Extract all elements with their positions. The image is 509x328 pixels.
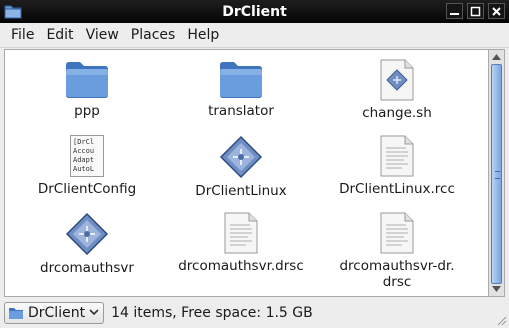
folder-icon (4, 3, 22, 19)
menu-file[interactable]: File (0, 23, 41, 47)
executable-icon (219, 135, 263, 179)
file-name: translator (208, 103, 274, 119)
folder-icon (66, 62, 108, 98)
minimize-icon (450, 12, 459, 15)
file-item-drclientlinux-rcc[interactable]: DrClientLinux.rcc (332, 135, 462, 197)
file-item-drclientconfig[interactable]: [DrCl Accou Adapt AutoL DrClientConfig (22, 135, 152, 197)
menu-help[interactable]: Help (182, 23, 226, 47)
chevron-up-icon (492, 54, 501, 60)
maximize-button[interactable] (467, 3, 484, 19)
status-bar: DrClient 14 items, Free space: 1.5 GB (0, 297, 509, 328)
file-preview-line: AutoL (73, 165, 95, 173)
scroll-thumb[interactable] (491, 64, 502, 284)
scroll-down-arrow[interactable] (489, 282, 504, 296)
file-view[interactable]: ppp translator change.sh [DrCl Accou Ada… (4, 49, 489, 297)
scroll-up-arrow[interactable] (489, 50, 504, 64)
location-dropdown[interactable]: DrClient (4, 301, 105, 324)
file-item-translator[interactable]: translator (176, 59, 306, 119)
text-file-icon: [DrCl Accou Adapt AutoL (70, 135, 104, 177)
close-button[interactable] (488, 3, 505, 19)
document-icon (380, 135, 414, 177)
document-icon (380, 212, 414, 254)
executable-icon (65, 212, 109, 256)
file-preview-line: [DrCl (73, 138, 95, 146)
menu-edit[interactable]: Edit (41, 23, 80, 47)
file-name: DrClientLinux.rcc (339, 181, 455, 197)
menu-bar: File Edit View Places Help (0, 23, 509, 48)
maximize-icon (470, 6, 481, 16)
chevron-down-icon (492, 286, 501, 292)
file-name: DrClientLinux (195, 183, 287, 199)
menu-places[interactable]: Places (126, 23, 183, 47)
file-name: drcomauthsvr.drsc (178, 258, 304, 274)
title-bar[interactable]: DrClient (0, 0, 509, 23)
grip-icon (495, 171, 500, 179)
file-item-drcomauthsvr[interactable]: drcomauthsvr (22, 212, 152, 276)
file-manager-window: DrClient File Edit View Places Help ppp … (0, 0, 509, 328)
chevron-down-icon (89, 309, 99, 316)
status-summary: 14 items, Free space: 1.5 GB (111, 304, 313, 321)
location-label: DrClient (28, 304, 86, 321)
file-item-drcomauthsvr-drsc[interactable]: drcomauthsvr.drsc (176, 212, 306, 274)
window-title: DrClient (222, 3, 287, 20)
script-file-icon (380, 59, 414, 101)
folder-icon (9, 307, 23, 319)
vertical-scrollbar[interactable] (489, 49, 505, 297)
menu-view[interactable]: View (81, 23, 126, 47)
resize-grip-icon[interactable] (495, 314, 507, 326)
file-name: DrClientConfig (37, 181, 137, 197)
folder-icon (220, 62, 262, 98)
file-item-drcomauthsvr-dr-drsc[interactable]: drcomauthsvr-dr. drsc (332, 212, 462, 290)
file-item-ppp[interactable]: ppp (22, 59, 152, 119)
file-name: drcomauthsvr (40, 260, 134, 276)
file-item-drclientlinux[interactable]: DrClientLinux (176, 135, 306, 199)
file-item-change-sh[interactable]: change.sh (332, 59, 462, 121)
file-name: drcomauthsvr-dr. drsc (339, 258, 455, 290)
document-icon (224, 212, 258, 254)
file-preview-line: Accou (73, 147, 95, 155)
file-name: change.sh (362, 105, 432, 121)
close-icon (492, 6, 501, 16)
file-preview-line: Adapt (73, 156, 95, 164)
file-name: ppp (74, 103, 100, 119)
minimize-button[interactable] (446, 3, 463, 19)
